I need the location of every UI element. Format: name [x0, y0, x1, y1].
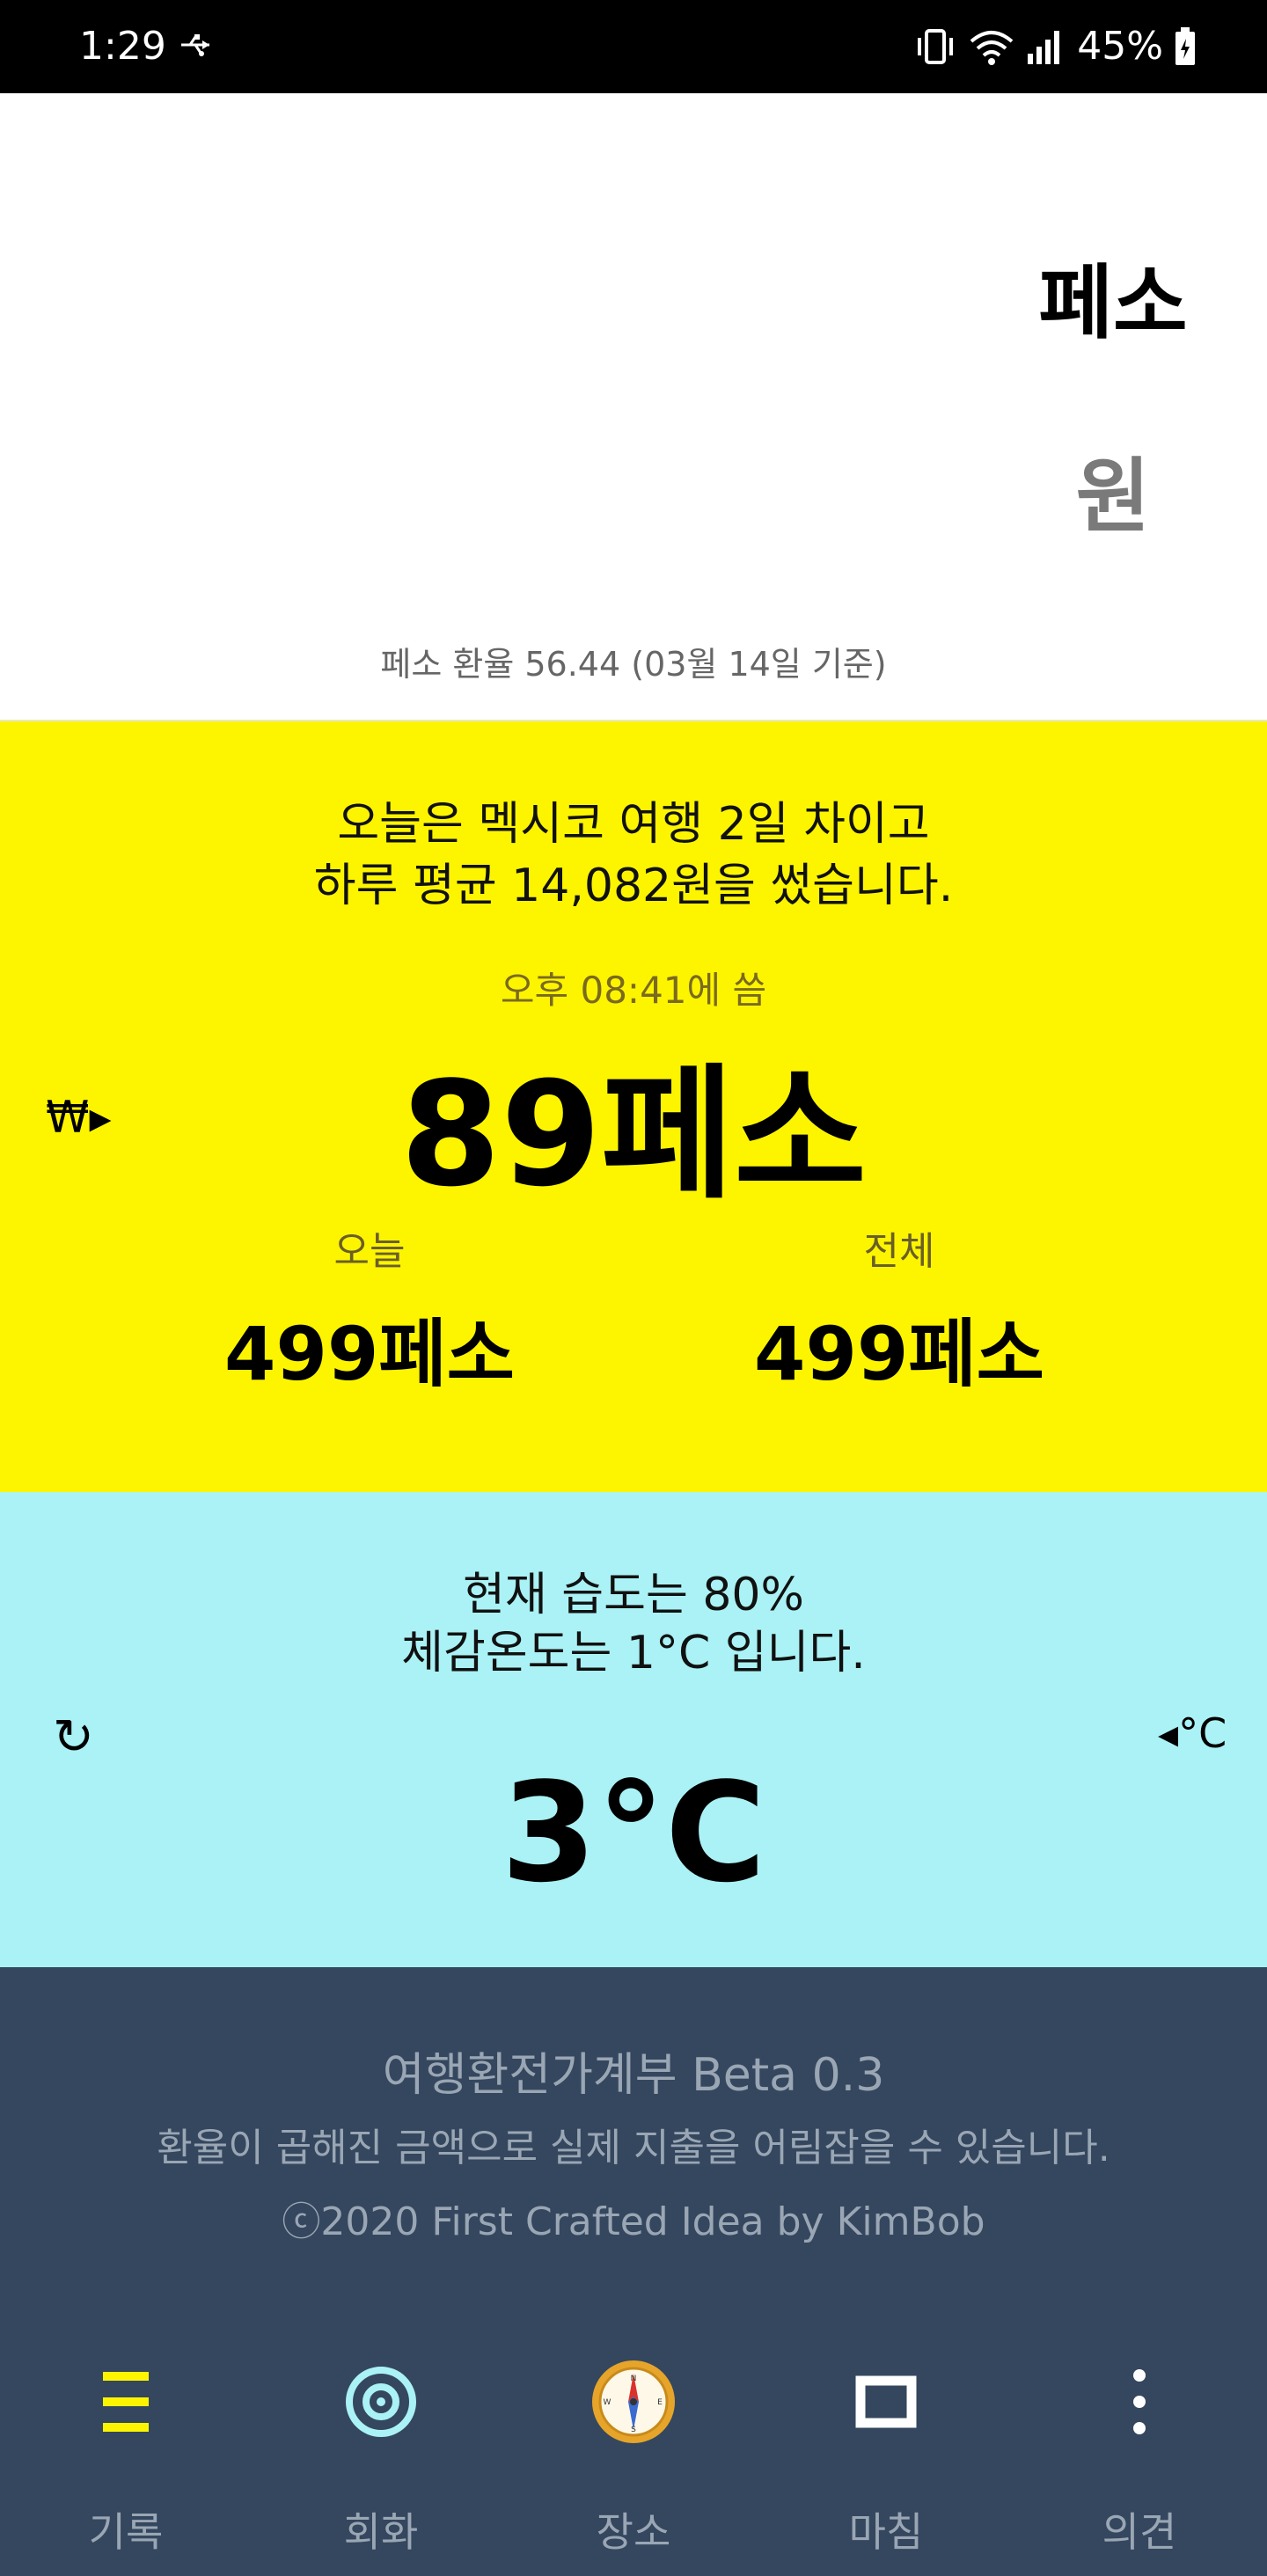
- spending-summary: 오늘은 멕시코 여행 2일 차이고 하루 평균 14,082원을 썼습니다.: [0, 794, 1267, 917]
- svg-text:W: W: [604, 2398, 612, 2407]
- nav-label-feedback: 의견: [1102, 2508, 1177, 2556]
- app-description: 환율이 곱해진 금액으로 실제 지출을 어림잡을 수 있습니다.: [157, 2126, 1110, 2170]
- weather-summary: 현재 습도는 80% 체감온도는 1°C 입니다.: [0, 1566, 1267, 1682]
- status-icons: 45%: [913, 23, 1197, 70]
- svg-text:N: N: [631, 2375, 637, 2383]
- nav-item-feedback[interactable]: 의견: [1043, 2358, 1236, 2569]
- status-bar: 1:29 45%: [0, 0, 1267, 93]
- battery-percent: 45%: [1077, 24, 1163, 69]
- today-total-value: 499페소: [224, 1311, 515, 1397]
- list-icon: [82, 2358, 170, 2446]
- status-time: 1:29: [79, 24, 166, 69]
- total-label: 전체: [863, 1229, 935, 1274]
- nav-item-conversation[interactable]: 회화: [284, 2358, 478, 2569]
- svg-text:S: S: [631, 2426, 636, 2434]
- nav-label-conversation: 회화: [343, 2508, 419, 2556]
- spent-time: 오후 08:41에 씀: [500, 969, 767, 1012]
- today-label: 오늘: [333, 1229, 406, 1274]
- battery-icon: [1175, 27, 1195, 65]
- nav-label-place: 장소: [596, 2508, 671, 2556]
- nav-item-finish[interactable]: 마침: [789, 2358, 983, 2569]
- current-temperature: 3°C: [501, 1753, 766, 1913]
- feels-like-line: 체감온도는 1°C 입니다.: [401, 1627, 866, 1680]
- last-spent-amount[interactable]: 89페소: [0, 1051, 1267, 1218]
- nav-label-finish: 마침: [848, 2508, 924, 2556]
- nav-item-place[interactable]: N S W E 장소: [537, 2358, 730, 2569]
- usb-icon: [181, 34, 209, 56]
- app-title: 여행환전가계부 Beta 0.3: [382, 2049, 885, 2102]
- nav-label-record: 기록: [88, 2508, 164, 2556]
- more-vertical-icon: [1095, 2358, 1183, 2446]
- humidity-line: 현재 습도는 80%: [463, 1569, 804, 1621]
- overall-total-value: 499페소: [754, 1311, 1044, 1397]
- target-icon: [337, 2358, 425, 2446]
- compass-icon: N S W E: [590, 2358, 677, 2446]
- copyright-text: ⓒ2020 First Crafted Idea by KimBob: [282, 2199, 985, 2244]
- vibrate-icon: [918, 29, 954, 64]
- summary-line-1: 오늘은 멕시코 여행 2일 차이고: [337, 798, 930, 851]
- won-input[interactable]: 원: [1012, 449, 1214, 545]
- wifi-icon: [970, 31, 1014, 65]
- exchange-rate-text: 페소 환율 56.44 (03월 14일 기준): [380, 645, 887, 684]
- summary-line-2: 하루 평균 14,082원을 썼습니다.: [313, 860, 954, 912]
- signal-icon: [1028, 31, 1060, 64]
- svg-text:E: E: [657, 2398, 663, 2407]
- converter-section: [0, 93, 1267, 720]
- nav-item-record[interactable]: 기록: [29, 2358, 223, 2569]
- peso-input[interactable]: 페소: [1012, 255, 1214, 352]
- square-icon: [842, 2358, 930, 2446]
